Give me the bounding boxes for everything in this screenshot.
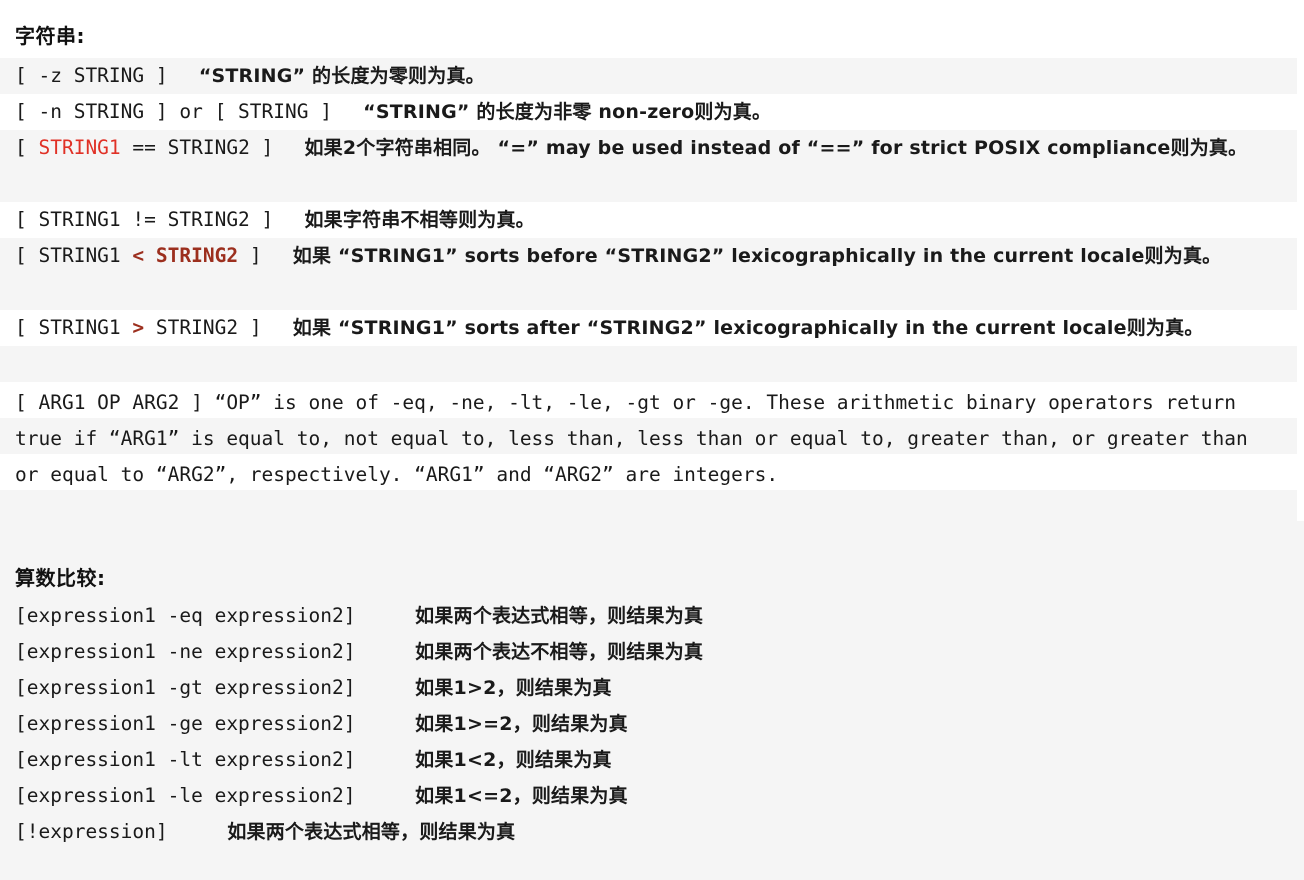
- section-heading-arithmetic: 算数比较:: [15, 566, 106, 590]
- rule-expression: [ STRING1 != STRING2 ]: [15, 208, 274, 231]
- arith-rule-row: [expression1 -lt expression2] 如果1<2，则结果为真: [15, 742, 612, 778]
- arith-rule-row: [!expression] 如果两个表达式相等，则结果为真: [15, 814, 515, 850]
- string-rule-row: [ -n STRING ] or [ STRING ] “STRING” 的长度为…: [15, 94, 1285, 130]
- rule-description: “STRING” 的长度为非零 non-zero则为真。: [363, 101, 772, 123]
- section-heading-strings: 字符串:: [15, 24, 85, 48]
- rule-expression-prefix: [ STRING1: [15, 316, 133, 339]
- rule-expression: [ -n STRING ] or [ STRING ]: [15, 100, 332, 123]
- arith-rule-row: [expression1 -ge expression2] 如果1>=2，则结果为…: [15, 706, 628, 742]
- rule-expression: [expression1 -gt expression2]: [15, 676, 356, 699]
- arith-rule-row: [expression1 -eq expression2] 如果两个表达式相等，则…: [15, 598, 703, 634]
- rule-expression: [expression1 -le expression2]: [15, 784, 356, 807]
- rule-description: 如果1>2，则结果为真: [415, 677, 612, 699]
- rule-expression: [expression1 -ne expression2]: [15, 640, 356, 663]
- rule-description: 如果 “STRING1” sorts before “STRING2” lexi…: [292, 245, 1222, 267]
- arg-operator-paragraph: [ ARG1 OP ARG2 ] “OP” is one of -eq, -ne…: [15, 391, 1248, 486]
- arith-rule-row: [expression1 -ne expression2] 如果两个表达不相等，则…: [15, 634, 703, 670]
- rule-expression-prefix: [: [15, 136, 39, 159]
- rule-description: 如果字符串不相等则为真。: [304, 209, 535, 231]
- rule-description: 如果1<2，则结果为真: [415, 749, 612, 771]
- rule-description: 如果1>=2，则结果为真: [415, 713, 628, 735]
- rule-description: 如果2个字符串相同。 “=” may be used instead of “=…: [304, 137, 1248, 159]
- string-rule-row: [ STRING1 == STRING2 ] 如果2个字符串相同。 “=” may…: [15, 130, 1285, 166]
- rule-description: 如果两个表达不相等，则结果为真: [415, 641, 704, 663]
- rule-expression-operator: >: [132, 316, 145, 339]
- rule-expression-suffix: == STRING2 ]: [120, 136, 274, 159]
- string-rule-row: [ STRING1 < STRING2 ] 如果 “STRING1” sorts …: [15, 238, 1285, 274]
- rule-description: 如果1<=2，则结果为真: [415, 785, 628, 807]
- rule-description: 如果两个表达式相等，则结果为真: [227, 821, 516, 843]
- rule-description: 如果两个表达式相等，则结果为真: [415, 605, 704, 627]
- row-stripe: [0, 490, 1297, 521]
- rule-expression-highlight: STRING1: [38, 136, 121, 159]
- document-page: 字符串: [ -z STRING ] “STRING” 的长度为零则为真。 [ -…: [0, 0, 1304, 880]
- row-stripe: [0, 346, 1297, 382]
- string-rule-row: [ STRING1 != STRING2 ] 如果字符串不相等则为真。: [15, 202, 1285, 238]
- rule-expression: [expression1 -ge expression2]: [15, 712, 356, 735]
- rule-expression: [!expression]: [15, 820, 168, 843]
- string-rule-row: [ -z STRING ] “STRING” 的长度为零则为真。: [15, 58, 1285, 94]
- rule-expression: [expression1 -lt expression2]: [15, 748, 356, 771]
- arith-rule-row: [expression1 -le expression2] 如果1<=2，则结果为…: [15, 778, 628, 814]
- rule-expression-suffix: ]: [238, 244, 262, 267]
- rule-expression: [expression1 -eq expression2]: [15, 604, 356, 627]
- arith-rule-row: [expression1 -gt expression2] 如果1>2，则结果为真: [15, 670, 612, 706]
- rule-expression-suffix: STRING2 ]: [144, 316, 262, 339]
- rule-description: “STRING” 的长度为零则为真。: [198, 65, 485, 87]
- string-rule-row: [ STRING1 > STRING2 ] 如果 “STRING1” sorts …: [15, 310, 1285, 346]
- rule-expression-prefix: [ STRING1: [15, 244, 133, 267]
- rule-expression-operator: < STRING2: [132, 244, 239, 267]
- rule-description: 如果 “STRING1” sorts after “STRING2” lexic…: [292, 317, 1204, 339]
- rule-expression: [ -z STRING ]: [15, 64, 168, 87]
